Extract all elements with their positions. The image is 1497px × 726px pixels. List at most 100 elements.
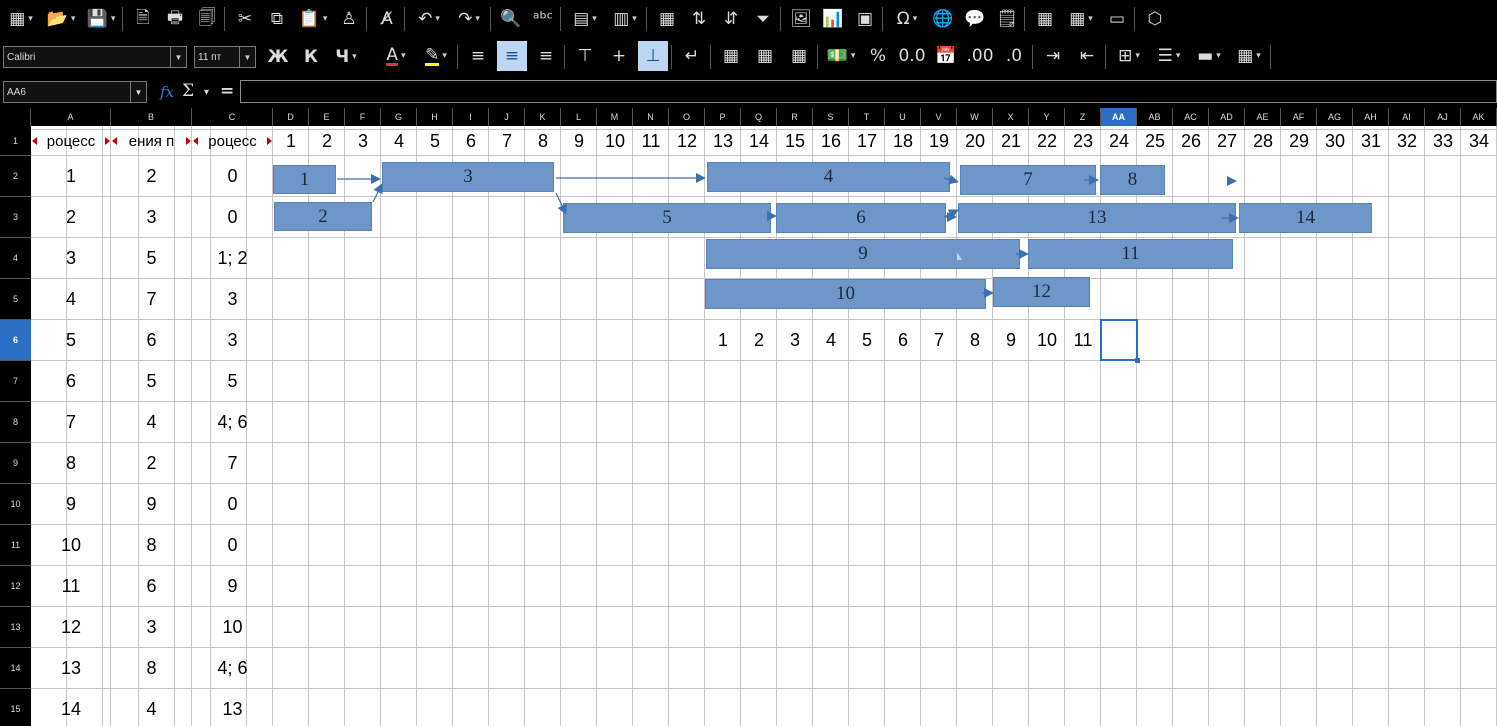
gantt-bar-3[interactable]: 3: [382, 162, 554, 192]
column-header-aj[interactable]: AJ: [1425, 108, 1461, 126]
comment-icon[interactable]: 💬: [962, 6, 988, 32]
define-print-area-icon[interactable]: ▦: [1032, 6, 1058, 32]
spreadsheet-grid[interactable]: роцесс ения п роцесс 1 2 3 4 5 6 7 8 9 10 11 12 13 14 15 1…: [31, 126, 1497, 726]
add-decimal-icon[interactable]: .00: [965, 43, 995, 69]
column-header-ag[interactable]: AG: [1317, 108, 1353, 126]
gantt-bar-14[interactable]: 14: [1239, 203, 1372, 233]
header-footer-icon[interactable]: 🗒: [994, 6, 1020, 32]
active-cell-cursor[interactable]: [1100, 319, 1140, 363]
row-header-13[interactable]: 13: [0, 607, 31, 648]
new-spreadsheet-icon[interactable]: ▦ ▾: [4, 6, 38, 32]
chevron-down-icon[interactable]: ▾: [204, 87, 209, 98]
column-header-w[interactable]: W: [957, 108, 993, 126]
column-header-g[interactable]: G: [381, 108, 417, 126]
print-preview-icon[interactable]: 🗐: [194, 6, 220, 32]
align-bottom-icon[interactable]: ⊥: [638, 41, 668, 71]
gantt-bar-7[interactable]: 7: [960, 165, 1096, 195]
row-header-15[interactable]: 15: [0, 689, 31, 726]
column-header-s[interactable]: S: [813, 108, 849, 126]
row-icon[interactable]: ▤ ▾: [568, 6, 602, 32]
gantt-bar-6[interactable]: 6: [776, 203, 946, 233]
sum-icon[interactable]: Σ: [182, 81, 194, 101]
column-header-ab[interactable]: AB: [1137, 108, 1173, 126]
align-right-icon[interactable]: ≡: [531, 43, 561, 69]
column-header-x[interactable]: X: [993, 108, 1029, 126]
gantt-bar-10[interactable]: 10: [705, 279, 986, 309]
column-header-l[interactable]: L: [561, 108, 597, 126]
decrease-indent-icon[interactable]: ⇤: [1072, 43, 1102, 69]
spelling-icon[interactable]: ᵃᵇᶜ: [530, 6, 556, 32]
column-header-t[interactable]: T: [849, 108, 885, 126]
gantt-bar-11[interactable]: 11: [1028, 239, 1233, 269]
font-size-combo[interactable]: 11 пт ▼: [194, 46, 256, 68]
copy-icon[interactable]: ⧉: [264, 6, 290, 32]
border-style-icon[interactable]: ☰ ▾: [1151, 43, 1187, 69]
percent-format-icon[interactable]: %: [863, 43, 893, 69]
borders-icon[interactable]: ⊞ ▾: [1111, 43, 1147, 69]
column-header-ak[interactable]: AK: [1461, 108, 1497, 126]
row-header-4[interactable]: 4: [0, 238, 31, 279]
column-header-q[interactable]: Q: [741, 108, 777, 126]
column-header-y[interactable]: Y: [1029, 108, 1065, 126]
column-header-n[interactable]: N: [633, 108, 669, 126]
column-header-ai[interactable]: AI: [1389, 108, 1425, 126]
column-header-c[interactable]: C: [192, 108, 273, 126]
border-color-icon[interactable]: ▬ ▾: [1191, 43, 1227, 69]
wrap-text-icon[interactable]: ↵: [677, 43, 707, 69]
increase-indent-icon[interactable]: ⇥: [1038, 43, 1068, 69]
insert-image-icon[interactable]: 🖼: [788, 6, 814, 32]
align-left-icon[interactable]: ≡: [463, 43, 493, 69]
redo-icon[interactable]: ↷ ▾: [452, 6, 486, 32]
pivot-table-icon[interactable]: ▣: [852, 6, 878, 32]
row-header-9[interactable]: 9: [0, 443, 31, 484]
column-header-h[interactable]: H: [417, 108, 453, 126]
clear-formatting-icon[interactable]: A̸: [374, 6, 400, 32]
row-header-6[interactable]: 6: [0, 320, 31, 361]
name-box[interactable]: AA6 ▼: [3, 81, 147, 103]
sort-ascending-icon[interactable]: ⇅: [686, 6, 712, 32]
column-header-k[interactable]: K: [525, 108, 561, 126]
export-pdf-icon[interactable]: 🗎: [130, 6, 156, 32]
special-character-icon[interactable]: Ω ▾: [890, 6, 924, 32]
split-window-icon[interactable]: ▭: [1104, 6, 1130, 32]
undo-icon[interactable]: ↶ ▾: [412, 6, 446, 32]
italic-button[interactable]: К: [299, 44, 323, 70]
insert-chart-icon[interactable]: 📊: [820, 6, 846, 32]
column-icon[interactable]: ▥ ▾: [608, 6, 642, 32]
gantt-bar-1[interactable]: 1: [273, 165, 336, 194]
row-header-8[interactable]: 8: [0, 402, 31, 443]
row-header-11[interactable]: 11: [0, 525, 31, 566]
column-header-d[interactable]: D: [273, 108, 309, 126]
font-name-combo[interactable]: Calibri ▼: [3, 46, 187, 68]
row-header-3[interactable]: 3: [0, 197, 31, 238]
gantt-bar-12[interactable]: 12: [993, 277, 1090, 307]
formula-equals-icon[interactable]: =: [220, 81, 234, 101]
column-header-b[interactable]: B: [111, 108, 192, 126]
save-icon[interactable]: 💾 ▾: [84, 6, 118, 32]
column-header-f[interactable]: F: [345, 108, 381, 126]
font-color-icon[interactable]: A ▾: [378, 43, 414, 69]
chevron-down-icon[interactable]: ▼: [239, 47, 255, 67]
select-all-corner[interactable]: [0, 108, 31, 126]
chevron-down-icon[interactable]: ▼: [130, 82, 146, 102]
clone-formatting-icon[interactable]: ♙: [336, 6, 362, 32]
number-format-icon[interactable]: 0.0: [897, 43, 927, 69]
bold-button[interactable]: Ж: [266, 44, 290, 70]
conditional-format-icon[interactable]: ▦ ▾: [1231, 43, 1267, 69]
column-header-ad[interactable]: AD: [1209, 108, 1245, 126]
align-top-icon[interactable]: ⊤: [570, 43, 600, 69]
row-header-5[interactable]: 5: [0, 279, 31, 320]
freeze-icon[interactable]: ▦: [654, 6, 680, 32]
cut-icon[interactable]: ✂: [232, 6, 258, 32]
column-header-af[interactable]: AF: [1281, 108, 1317, 126]
chevron-down-icon[interactable]: ▼: [170, 47, 186, 67]
merge-center-icon[interactable]: ▦: [716, 43, 746, 69]
column-header-e[interactable]: E: [309, 108, 345, 126]
column-header-a[interactable]: A: [31, 108, 111, 126]
formula-input[interactable]: [240, 80, 1497, 103]
column-header-aa[interactable]: AA: [1101, 108, 1137, 126]
open-folder-icon[interactable]: 📂 ▾: [44, 6, 78, 32]
row-header-12[interactable]: 12: [0, 566, 31, 607]
center-vertically-icon[interactable]: +: [604, 43, 634, 69]
function-wizard-icon[interactable]: fx: [160, 83, 174, 101]
